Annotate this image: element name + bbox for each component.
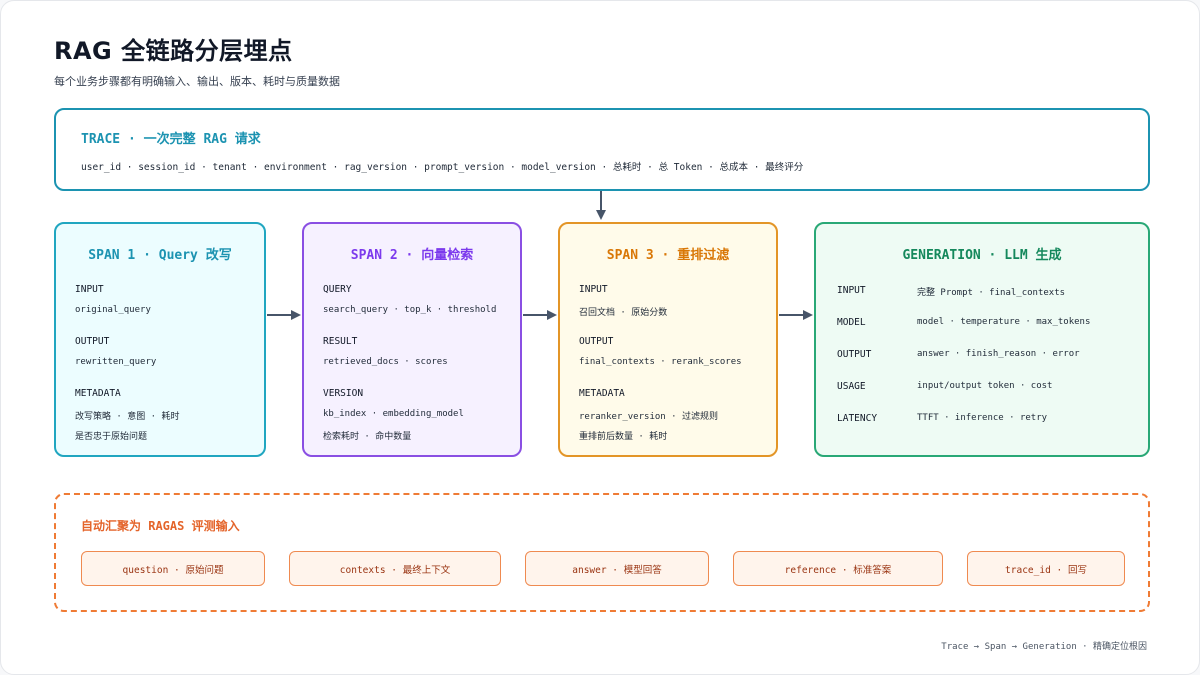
trace-box: TRACE · 一次完整 RAG 请求 user_id · session_id… <box>54 108 1150 191</box>
span-3-input-label: INPUT <box>579 284 608 295</box>
span-1-metadata-line-1: 改写策略 · 意图 · 耗时 <box>75 412 180 422</box>
ragas-chip-question: question · 原始问题 <box>81 551 265 586</box>
span-1-output-label: OUTPUT <box>75 336 110 347</box>
ragas-chip-trace-id: trace_id · 回写 <box>967 551 1125 586</box>
span-2-version-line-1: kb_index · embedding_model <box>323 409 464 419</box>
span-2-version-label: VERSION <box>323 388 364 399</box>
ragas-title: 自动汇聚为 RAGAS 评测输入 <box>81 519 240 533</box>
span-1-metadata-label: METADATA <box>75 388 121 399</box>
generation-latency-value: TTFT · inference · retry <box>917 413 1048 423</box>
span-2-result-value: retrieved_docs · scores <box>323 357 448 367</box>
ragas-chip-reference: reference · 标准答案 <box>733 551 943 586</box>
span-2-title: SPAN 2 · 向量检索 <box>350 248 474 263</box>
span-3-box: SPAN 3 · 重排过滤 INPUT 召回文档 · 原始分数 OUTPUT f… <box>558 222 778 457</box>
diagram-canvas: RAG 全链路分层埋点 每个业务步骤都有明确输入、输出、版本、耗时与质量数据 T… <box>0 0 1200 675</box>
span-2-query-label: QUERY <box>323 284 352 295</box>
ragas-box: 自动汇聚为 RAGAS 评测输入 question · 原始问题 context… <box>54 493 1150 612</box>
span-2-result-label: RESULT <box>323 336 358 347</box>
ragas-chip-contexts: contexts · 最终上下文 <box>289 551 501 586</box>
generation-input-value: 完整 Prompt · final_contexts <box>917 288 1066 298</box>
generation-title: GENERATION · LLM 生成 <box>902 248 1062 263</box>
span-1-title: SPAN 1 · Query 改写 <box>88 248 232 263</box>
generation-box: GENERATION · LLM 生成 INPUT 完整 Prompt · fi… <box>814 222 1150 457</box>
span-1-output-value: rewritten_query <box>75 357 157 367</box>
trace-fields: user_id · session_id · tenant · environm… <box>81 162 804 173</box>
ragas-chip-answer: answer · 模型回答 <box>525 551 709 586</box>
span-2-version-line-2: 检索耗时 · 命中数量 <box>323 432 412 442</box>
generation-latency-label: LATENCY <box>837 413 878 424</box>
generation-usage-label: USAGE <box>837 381 866 392</box>
page-title: RAG 全链路分层埋点 <box>54 37 293 65</box>
generation-usage-value: input/output token · cost <box>917 381 1053 391</box>
page-subtitle: 每个业务步骤都有明确输入、输出、版本、耗时与质量数据 <box>54 75 340 88</box>
generation-model-value: model · temperature · max_tokens <box>917 317 1091 327</box>
generation-output-label: OUTPUT <box>837 349 872 360</box>
span-1-metadata-line-2: 是否忠于原始问题 <box>75 432 148 442</box>
span-3-output-label: OUTPUT <box>579 336 614 347</box>
span-3-title: SPAN 3 · 重排过滤 <box>606 248 730 263</box>
span-1-input-value: original_query <box>75 305 151 315</box>
span-2-box: SPAN 2 · 向量检索 QUERY search_query · top_k… <box>302 222 522 457</box>
span-2-query-value: search_query · top_k · threshold <box>323 305 497 315</box>
generation-model-label: MODEL <box>837 317 866 328</box>
footer-note: Trace → Span → Generation · 精确定位根因 <box>941 642 1147 652</box>
span-3-input-value: 召回文档 · 原始分数 <box>579 308 668 318</box>
generation-output-value: answer · finish_reason · error <box>917 349 1080 359</box>
span-3-metadata-label: METADATA <box>579 388 625 399</box>
span-3-output-value: final_contexts · rerank_scores <box>579 357 742 367</box>
span-3-metadata-line-2: 重排前后数量 · 耗时 <box>579 432 668 442</box>
generation-input-label: INPUT <box>837 285 866 296</box>
span-3-metadata-line-1: reranker_version · 过滤规则 <box>579 412 718 422</box>
span-1-input-label: INPUT <box>75 284 104 295</box>
span-1-box: SPAN 1 · Query 改写 INPUT original_query O… <box>54 222 266 457</box>
trace-title: TRACE · 一次完整 RAG 请求 <box>81 132 261 147</box>
